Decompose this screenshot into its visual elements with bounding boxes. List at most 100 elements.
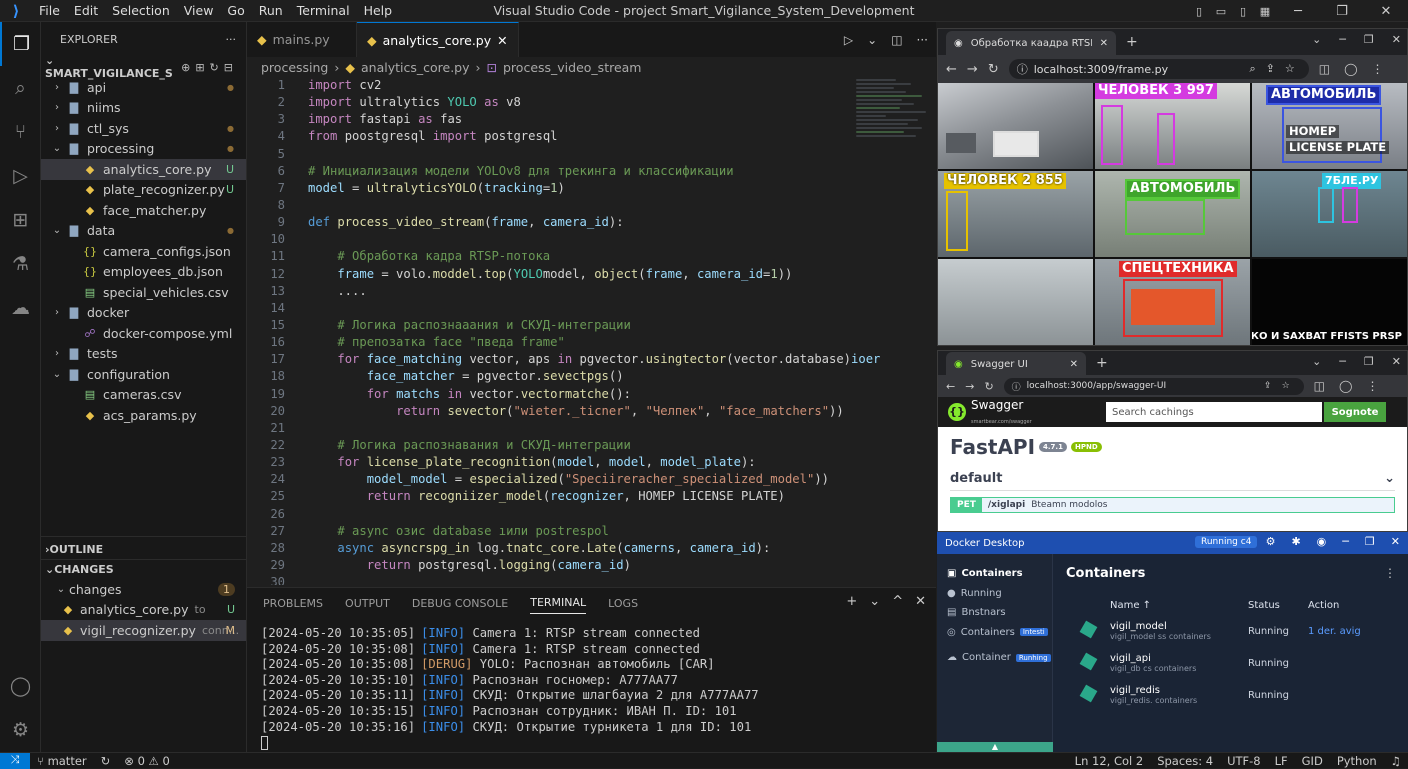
changes-section[interactable]: CHANGES: [54, 563, 113, 576]
tree-item[interactable]: {} camera_configs.json: [41, 241, 246, 262]
camera-feed[interactable]: 7БЛЕ.РУ: [1252, 171, 1407, 257]
end-of-line[interactable]: LF: [1268, 754, 1295, 768]
tree-item[interactable]: › ▇ docker: [41, 303, 246, 324]
account-icon[interactable]: ◉: [1317, 535, 1327, 548]
sidebar-icon[interactable]: ◫: [1319, 62, 1330, 76]
tree-item[interactable]: ◆ analytics_core.py U: [41, 159, 246, 180]
back-icon[interactable]: ←: [946, 380, 955, 393]
api-operation[interactable]: PET/xiglapi Bteamn modolos: [950, 497, 1395, 513]
address-bar-actions[interactable]: ⌕⇪☆: [1249, 62, 1308, 76]
outline-section[interactable]: OUTLINE: [50, 543, 104, 556]
tree-item[interactable]: ◆ plate_recognizer.py U: [41, 180, 246, 201]
menu-file[interactable]: File: [32, 3, 67, 18]
menu-help[interactable]: Help: [357, 3, 400, 18]
col-name[interactable]: Name ↑: [1110, 600, 1248, 611]
tree-item[interactable]: ▤ cameras.csv: [41, 385, 246, 406]
changes-group[interactable]: ⌄ changes 1: [41, 579, 246, 600]
api-section-default[interactable]: default ⌄: [950, 471, 1395, 491]
chevron-down-icon[interactable]: ⌄: [45, 54, 54, 67]
menu-icon[interactable]: ⋮: [1366, 379, 1378, 393]
new-tab-icon[interactable]: +: [1096, 355, 1108, 371]
chevron-down-icon[interactable]: ⌄: [45, 563, 54, 576]
docker-icon[interactable]: ☁: [0, 286, 41, 330]
menu-run[interactable]: Run: [252, 3, 290, 18]
explore-button[interactable]: Sognote: [1324, 402, 1386, 422]
maximize-panel-icon[interactable]: ^: [892, 594, 903, 609]
close-tab-icon[interactable]: ✕: [1100, 38, 1108, 49]
terminal[interactable]: [2024-05-20 10:35:05] [INFO] Camera 1: RT…: [247, 618, 936, 751]
run-debug-icon[interactable]: ▷: [0, 154, 41, 198]
split-editor-icon[interactable]: ◫: [891, 33, 902, 47]
camera-feed[interactable]: АВТОМОБИЛЬ НОМЕР LICENSE PLATE: [1252, 83, 1407, 169]
address-bar[interactable]: ⓘ localhost:3009/frame.py ⌕⇪☆: [1008, 59, 1309, 79]
branch-icon[interactable]: ⑂ matter: [30, 754, 94, 768]
close-button[interactable]: ✕: [1392, 33, 1401, 46]
minimize-button[interactable]: ─: [1339, 355, 1346, 368]
docker-nav-item[interactable]: ▣ Containers: [937, 564, 1052, 584]
new-tab-icon[interactable]: +: [1126, 34, 1138, 50]
remote-icon[interactable]: ⤨: [0, 752, 30, 769]
reload-icon[interactable]: ↻: [984, 380, 993, 393]
camera-feed[interactable]: [938, 83, 1093, 169]
source-control-icon[interactable]: ⑂: [0, 110, 41, 154]
swagger-logo[interactable]: {} Swagger smartbear.com/swagger: [948, 398, 1032, 426]
menu-terminal[interactable]: Terminal: [290, 3, 357, 18]
docker-nav-item[interactable]: ● Running: [937, 584, 1052, 604]
forward-icon[interactable]: →: [967, 62, 978, 77]
tree-item[interactable]: › ▇ ctl_sys ●: [41, 118, 246, 139]
container-action-link[interactable]: 1 der. avig: [1308, 626, 1388, 637]
run-python-file-icon[interactable]: ▷: [844, 33, 853, 47]
breadcrumb-file[interactable]: analytics_core.py: [361, 60, 470, 75]
menu-icon[interactable]: ⋮: [1372, 62, 1384, 76]
menu-view[interactable]: View: [177, 3, 221, 18]
restore-button[interactable]: ❐: [1320, 4, 1364, 19]
close-button[interactable]: ✕: [1391, 535, 1400, 548]
close-panel-icon[interactable]: ✕: [915, 594, 926, 609]
close-tab-icon[interactable]: ✕: [497, 33, 507, 48]
panel-tab-output[interactable]: OUTPUT: [345, 597, 390, 610]
problems-status[interactable]: ⊗ 0 ⚠ 0: [117, 754, 177, 768]
swagger-search-input[interactable]: Search cachings: [1106, 402, 1322, 422]
terminal-prompt[interactable]: [261, 735, 936, 751]
code-editor[interactable]: 1 import cv2 2 import ultralytics YOLO as …: [247, 77, 936, 585]
tree-item[interactable]: {} employees_db.json: [41, 262, 246, 283]
tree-item[interactable]: ⌄ ▇ processing ●: [41, 139, 246, 160]
toggle-secondary-sidebar-icon[interactable]: ▯: [1232, 5, 1254, 18]
panel-tab-logs[interactable]: LOGS: [608, 597, 638, 610]
chevron-down-icon[interactable]: ⌄: [867, 33, 877, 47]
container-row[interactable]: vigil_model vigil_model ss containers Runn…: [1066, 615, 1396, 647]
minimize-button[interactable]: ─: [1339, 33, 1346, 46]
more-actions-icon[interactable]: ···: [917, 33, 928, 47]
extensions-icon[interactable]: ⊞: [0, 198, 41, 242]
chevron-down-icon[interactable]: ⌄: [869, 594, 880, 609]
tree-item[interactable]: › ▇ niims: [41, 98, 246, 119]
restore-button[interactable]: ❐: [1364, 33, 1374, 46]
docker-nav-item[interactable]: ▤ Bnstnars: [937, 603, 1052, 623]
explorer-icon[interactable]: ❐: [0, 22, 41, 66]
camera-feed[interactable]: ЧЕЛОВЕК 2 855: [938, 171, 1093, 257]
panel-tab-terminal[interactable]: TERMINAL: [530, 596, 587, 614]
notifications-icon[interactable]: ♫: [1384, 754, 1408, 768]
close-button[interactable]: ✕: [1392, 355, 1401, 368]
docker-nav-item[interactable]: ◎ Containers Intesti: [937, 623, 1052, 643]
menu-edit[interactable]: Edit: [67, 3, 105, 18]
camera-feed[interactable]: СПЕЦТЕХНИКА: [1095, 259, 1250, 345]
account-icon[interactable]: ◯: [0, 664, 41, 708]
menu-go[interactable]: Go: [220, 3, 251, 18]
toggle-panel-icon[interactable]: ▭: [1210, 5, 1232, 18]
forward-icon[interactable]: →: [965, 380, 974, 393]
minimize-button[interactable]: ─: [1342, 535, 1349, 548]
minimize-button[interactable]: ─: [1276, 4, 1320, 19]
close-tab-icon[interactable]: ✕: [1070, 359, 1078, 370]
extensions-icon[interactable]: ✱: [1291, 535, 1300, 548]
tree-item[interactable]: ☍ docker-compose.yml: [41, 323, 246, 344]
container-row[interactable]: vigil_api vigil_db cs containers Running: [1066, 647, 1396, 679]
git-status[interactable]: GID: [1295, 754, 1330, 768]
container-row[interactable]: vigil_redis vigil_redis. containers Runnin…: [1066, 679, 1396, 711]
sidebar-icon[interactable]: ◫: [1314, 379, 1325, 393]
reload-icon[interactable]: ↻: [988, 62, 999, 77]
restore-button[interactable]: ❐: [1365, 535, 1375, 548]
tree-item[interactable]: › ▇ api ●: [41, 77, 246, 98]
changed-file[interactable]: ◆ analytics_core.py to U: [41, 600, 246, 621]
tree-item[interactable]: › ▇ tests: [41, 344, 246, 365]
